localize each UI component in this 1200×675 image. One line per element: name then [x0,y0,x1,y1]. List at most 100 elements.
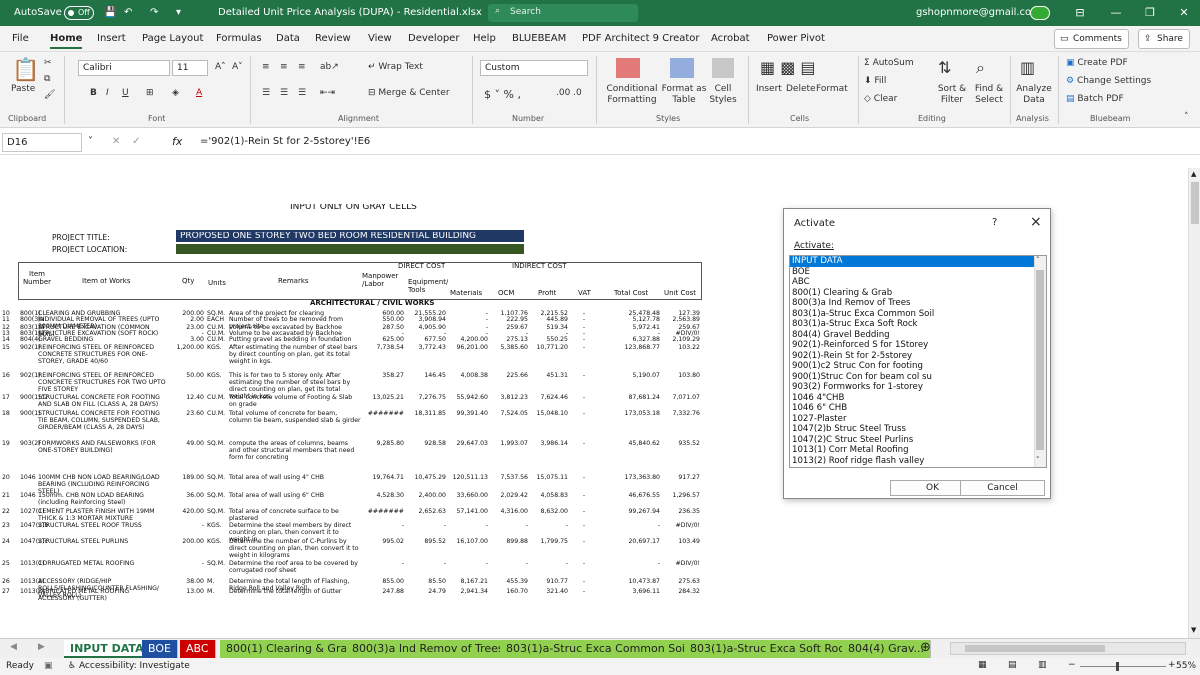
grow-font-icon[interactable]: A˄ [215,62,226,72]
cell-k[interactable]: - [570,492,598,499]
cell-d[interactable]: M. [207,588,229,595]
prev-sheet-icon[interactable]: ◀ [10,642,17,652]
row-number[interactable]: 21 [2,492,10,499]
cell-f[interactable]: 7,738.54 [360,344,404,351]
borders-icon[interactable]: ⊞ [146,88,154,98]
sheet-list-item[interactable]: 903(2) Formworks for 1-storey [792,382,923,392]
cell-g[interactable]: 928.58 [406,440,446,447]
align-middle-icon[interactable]: ≡ [280,62,288,72]
hscroll-thumb[interactable] [965,645,1105,652]
font-name-select[interactable]: Calibri [78,60,170,76]
cancel-icon[interactable]: ✕ [112,136,120,147]
cell-m[interactable]: 935.52 [662,440,700,447]
cell-styles-icon[interactable] [712,58,734,78]
cell-j[interactable]: 451.31 [530,372,568,379]
cell-c[interactable]: 2.00 [168,316,204,323]
cell-f[interactable]: 550.00 [360,316,404,323]
cell-i[interactable]: 2,029.42 [490,492,528,499]
formula-input[interactable]: ='902(1)-Rein St for 2-5storey'!E6 [200,136,370,147]
find-select-button[interactable]: Find & Select [970,84,1008,106]
zoom-slider[interactable] [1080,666,1166,667]
cell-k[interactable]: - [570,336,598,343]
cell-j[interactable]: 15,048.10 [530,410,569,417]
cell-c[interactable]: 38.00 [168,578,204,585]
cell-k[interactable]: - [570,588,598,595]
cell-i[interactable]: 275.13 [490,336,528,343]
cell-f[interactable]: 19,764.71 [360,474,405,481]
cell-k[interactable]: - [570,522,598,529]
wrap-text-button[interactable]: ↵ Wrap Text [368,62,423,72]
cell-d[interactable]: KGS. [207,344,229,351]
cell-g[interactable]: 3,908.94 [406,316,446,323]
cell-k[interactable]: - [570,508,598,515]
menu-bluebeam[interactable]: BLUEBEAM [512,33,566,44]
cell-b[interactable]: 150mm. CHB NON LOAD BEARING (including R… [38,492,168,506]
cell-k[interactable]: - [570,538,598,545]
cell-j[interactable]: 550.25 [530,336,568,343]
cell-j[interactable]: 445.89 [530,316,568,323]
zoom-level[interactable]: 55% [1176,661,1196,671]
cell-k[interactable]: - [570,394,598,401]
sheet-list-item[interactable]: 804(4) Gravel Bedding [792,330,890,340]
scrollbar-thumb[interactable] [1036,270,1044,450]
cell-c[interactable]: 50.00 [168,372,204,379]
menu-review[interactable]: Review [315,33,351,44]
cell-f[interactable]: - [360,560,404,567]
cell-e[interactable]: Total volume of concrete for beam, colum… [229,410,361,424]
cell-d[interactable]: SQ.M. [207,492,229,499]
cell-e[interactable]: Total area of concrete surface to be pla… [229,508,361,522]
menu-developer[interactable]: Developer [408,33,459,44]
cell-i[interactable]: 222.95 [490,316,528,323]
scroll-up-icon[interactable]: ˄ [1036,256,1040,264]
cell-l[interactable]: 6,327.88 [600,336,660,343]
cell-i[interactable]: - [490,560,528,567]
cell-g[interactable]: 2,400.00 [406,492,446,499]
cell-b[interactable]: STRUCTURAL STEEL ROOF TRUSS [38,522,168,529]
sheet-list-item[interactable]: 900(1)c2 Struc Con for footing [792,361,923,371]
cell-e[interactable]: Determine the number of C-Purlins by dir… [229,538,361,559]
cell-b[interactable]: REINFORCING STEEL OF REINFORCED CONCRETE… [38,372,168,393]
scroll-down-icon[interactable]: ˅ [1036,456,1040,464]
cell-d[interactable]: SQ.M. [207,508,229,515]
cell-l[interactable]: 87,681.24 [600,394,661,401]
cell-e[interactable]: Total concrete volume of Footing & Slab … [229,394,361,408]
cell-k[interactable]: - [570,410,598,417]
cell-d[interactable]: SQ.M. [207,440,229,447]
cell-i[interactable]: 160.70 [490,588,528,595]
align-top-icon[interactable]: ≡ [262,62,270,72]
menu-data[interactable]: Data [276,33,300,44]
format-painter-icon[interactable]: 🖌 [44,90,55,100]
sheet-list-item[interactable]: 800(1) Clearing & Grab [792,288,892,298]
cell-h[interactable]: 55,942.60 [448,394,489,401]
menu-view[interactable]: View [368,33,392,44]
cell-e[interactable]: Putting gravel as bedding in foundation [229,336,361,343]
row-number[interactable]: 27 [2,588,10,595]
cell-m[interactable]: 2,563.89 [662,316,700,323]
cell-g[interactable]: 10,475.29 [406,474,447,481]
menu-file[interactable]: File [12,33,29,44]
zoom-slider-thumb[interactable] [1116,662,1119,671]
zoom-out-icon[interactable]: − [1068,660,1076,670]
cell-j[interactable]: 10,771.20 [530,344,569,351]
batch-pdf-button[interactable]: ▤ Batch PDF [1066,94,1124,104]
align-bottom-icon[interactable]: ≡ [298,62,306,72]
menu-home[interactable]: Home [50,33,83,49]
cell-b[interactable]: GRAVEL BEDDING [38,336,168,343]
cell-m[interactable]: 284.32 [662,588,700,595]
cell-l[interactable]: 20,697.17 [600,538,661,545]
indent-icon[interactable]: ⇤⇥ [320,88,335,98]
cell-b[interactable]: STRUCTURAL CONCRETE FOR FOOTING AND SLAB… [38,394,168,408]
paste-label[interactable]: Paste [11,84,35,94]
menu-help[interactable]: Help [473,33,496,44]
cell-g[interactable]: 2,652.63 [406,508,446,515]
row-number[interactable]: 25 [2,560,10,567]
cell-j[interactable]: - [530,560,568,567]
share-button[interactable]: ⇪ Share [1138,29,1190,49]
minimize-button[interactable]: — [1104,4,1128,22]
cell-c[interactable]: 3.00 [168,336,204,343]
cell-d[interactable]: SQ.M. [207,474,229,481]
tab-exca-soft[interactable]: 803(1)a-Struc Exca Soft Rock [684,640,858,658]
italic-icon[interactable]: I [106,88,109,98]
cell-l[interactable]: - [600,560,660,567]
analyze-data-button[interactable]: Analyze Data [1014,84,1054,106]
